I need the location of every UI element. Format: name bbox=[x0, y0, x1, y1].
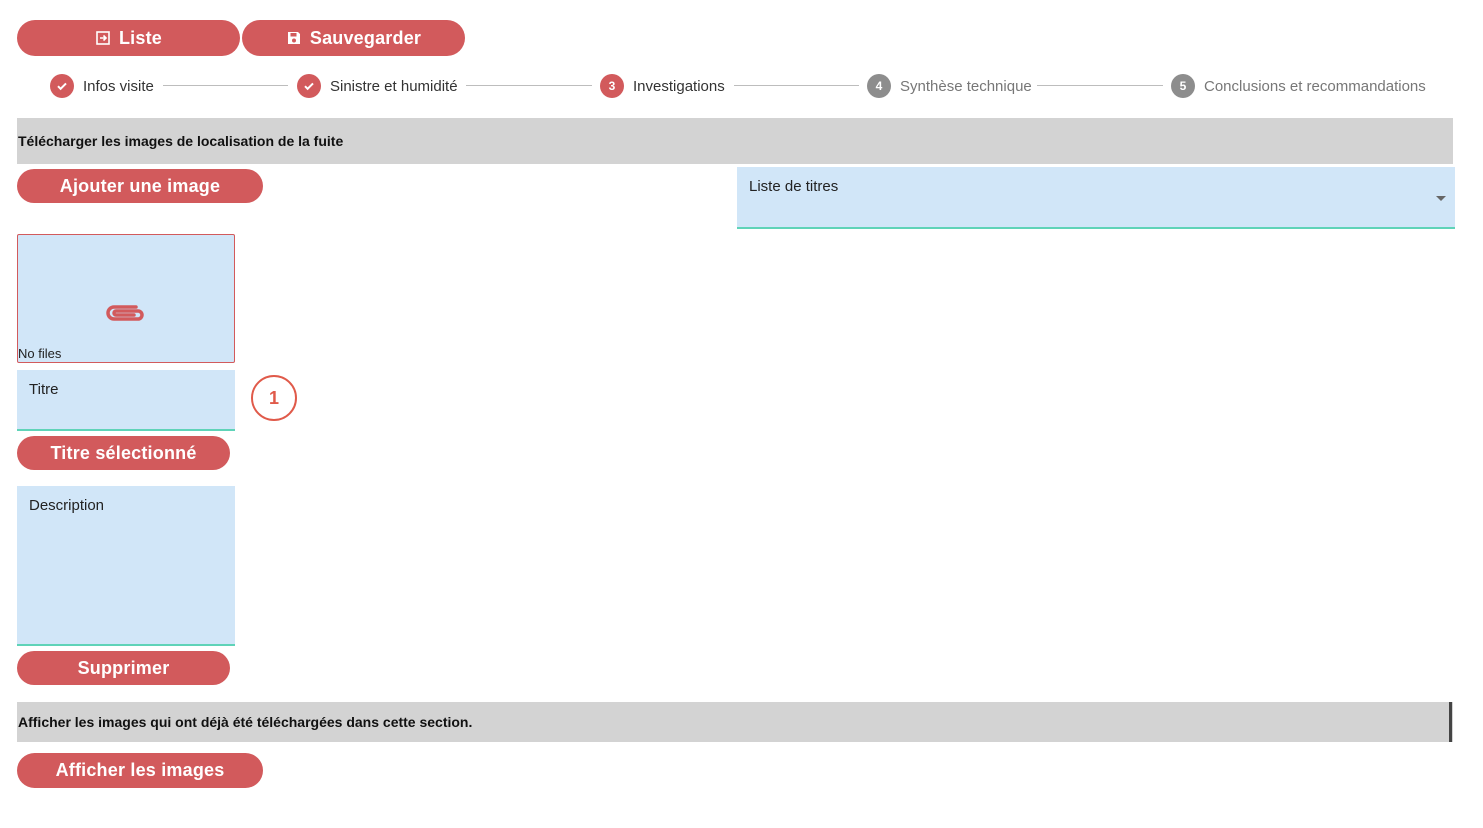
step-number: 3 bbox=[600, 74, 624, 98]
step-label: Infos visite bbox=[83, 77, 154, 95]
step-connector bbox=[163, 85, 288, 86]
gallery-section-header: Afficher les images qui ont déjà été tél… bbox=[17, 702, 1453, 742]
step-infos-visite[interactable]: Infos visite bbox=[50, 73, 154, 99]
step-label: Conclusions et recommandations bbox=[1204, 77, 1426, 95]
list-button-label: Liste bbox=[118, 27, 162, 48]
exit-list-icon bbox=[95, 30, 111, 46]
step-label: Investigations bbox=[633, 77, 725, 95]
description-textarea[interactable]: Description bbox=[17, 486, 235, 646]
step-conclusions[interactable]: 5 Conclusions et recommandations bbox=[1171, 73, 1426, 99]
step-investigations[interactable]: 3 Investigations bbox=[600, 73, 725, 99]
floppy-disk-icon bbox=[286, 30, 302, 46]
list-button[interactable]: Liste bbox=[17, 20, 240, 56]
upload-section-header: Télécharger les images de localisation d… bbox=[17, 118, 1453, 164]
description-label: Description bbox=[29, 497, 105, 514]
selected-title-button[interactable]: Titre sélectionné bbox=[17, 436, 230, 470]
step-number: 5 bbox=[1171, 74, 1195, 98]
progress-stepper: Infos visite Sinistre et humidité 3 Inve… bbox=[50, 73, 1430, 99]
file-dropzone[interactable]: No files bbox=[17, 234, 235, 363]
no-files-text: No files bbox=[18, 346, 62, 361]
save-button[interactable]: Sauvegarder bbox=[242, 20, 465, 56]
step-connector bbox=[466, 85, 592, 86]
step-synthese[interactable]: 4 Synthèse technique bbox=[867, 73, 1032, 99]
title-input[interactable]: Titre bbox=[17, 370, 235, 431]
title-list-label: Liste de titres bbox=[749, 178, 839, 195]
add-image-button[interactable]: Ajouter une image bbox=[17, 169, 263, 203]
save-button-label: Sauvegarder bbox=[309, 27, 422, 48]
check-icon bbox=[50, 74, 74, 98]
step-connector bbox=[734, 85, 859, 86]
paperclip-icon bbox=[102, 299, 150, 332]
step-label: Sinistre et humidité bbox=[330, 77, 458, 95]
caret-down-icon bbox=[1436, 196, 1446, 201]
check-icon bbox=[297, 74, 321, 98]
delete-button[interactable]: Supprimer bbox=[17, 651, 230, 685]
title-list-select[interactable]: Liste de titres bbox=[737, 167, 1455, 229]
show-images-button[interactable]: Afficher les images bbox=[17, 753, 263, 788]
step-number: 4 bbox=[867, 74, 891, 98]
step-connector bbox=[1037, 85, 1163, 86]
item-number-badge: 1 bbox=[251, 375, 297, 421]
bar-end-mark bbox=[1449, 702, 1452, 742]
title-field-label: Titre bbox=[29, 381, 59, 398]
step-sinistre[interactable]: Sinistre et humidité bbox=[297, 73, 458, 99]
step-label: Synthèse technique bbox=[900, 77, 1032, 95]
